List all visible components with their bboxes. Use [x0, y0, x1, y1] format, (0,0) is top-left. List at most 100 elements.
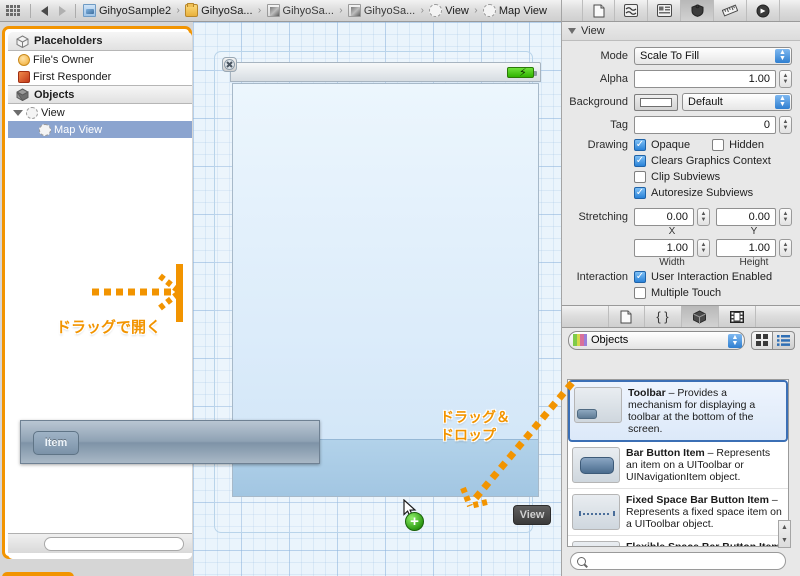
tab-quick-help[interactable]	[615, 0, 648, 21]
dock-item-map-view[interactable]: Map View	[8, 121, 192, 138]
stretching-width-sublabel: Width	[659, 257, 685, 268]
library-item-fixed-space[interactable]: Fixed Space Bar Button Item – Represents…	[568, 489, 788, 536]
inspector-row-size-sublabels: Width Height	[562, 257, 792, 268]
background-label: Background	[569, 96, 628, 108]
stretching-y-stepper[interactable]: ▲ ▼	[779, 208, 792, 226]
checkbox-opaque-label: Opaque	[651, 139, 691, 151]
toolbar-bar-button-item[interactable]: Item	[33, 431, 79, 455]
library-search-input[interactable]	[570, 552, 786, 570]
close-x-icon[interactable]	[222, 57, 237, 72]
stretching-height-stepper[interactable]: ▲ ▼	[779, 239, 792, 257]
divider	[30, 3, 31, 18]
close-x-glyph	[224, 59, 235, 70]
tab-file-inspector[interactable]	[582, 0, 615, 21]
inspector-row-alpha: Alpha 1.00 ▲ ▼	[562, 70, 792, 88]
alpha-stepper[interactable]: ▲ ▼	[779, 70, 792, 88]
list-view-glyph	[777, 334, 790, 346]
tag-label: Tag	[610, 119, 628, 131]
dropped-toolbar[interactable]: Item	[20, 420, 320, 464]
scroll-down-icon[interactable]: ▼	[781, 537, 788, 544]
library-item-text: Flexible Space Bar Button Item – Represe…	[626, 541, 784, 546]
interaction-row-2: Multiple Touch	[634, 287, 792, 299]
library-item-flexible-space[interactable]: Flexible Space Bar Button Item – Represe…	[568, 536, 788, 546]
breadcrumb-item-view[interactable]: View	[428, 0, 470, 22]
dock-search-input[interactable]	[44, 537, 184, 551]
library-scrollbar[interactable]: ▲ ▼	[778, 464, 796, 548]
view-placeholder-icon	[39, 123, 51, 136]
stretching-x-input[interactable]: 0.00	[634, 208, 694, 226]
tab-connections-inspector[interactable]	[747, 0, 780, 21]
dock-item-view[interactable]: View	[8, 104, 192, 121]
chevron-right-icon: ›	[257, 5, 262, 16]
checkbox-multiple-touch[interactable]	[634, 287, 646, 299]
tab-size-inspector[interactable]	[714, 0, 747, 21]
view-placeholder-icon	[482, 4, 496, 17]
library-item-bar-button-item[interactable]: Bar Button Item – Represents an item on …	[568, 442, 788, 489]
dock-section-placeholders[interactable]: Placeholders	[8, 32, 192, 51]
alpha-input[interactable]: 1.00	[634, 70, 776, 88]
breadcrumb-item-project[interactable]: GihyoSample2	[82, 0, 172, 22]
tab-file-template-library[interactable]	[607, 306, 645, 327]
library-category-select[interactable]: Objects ▲ ▼	[568, 330, 745, 350]
list-view-icon[interactable]	[773, 330, 795, 350]
xib-project-icon	[83, 4, 96, 17]
inspector-section-header-view[interactable]: View	[562, 22, 800, 41]
scroll-up-icon[interactable]: ▲	[781, 524, 788, 531]
stretching-x-group: 0.00 ▲ ▼	[634, 208, 710, 226]
breadcrumb-item-file-1[interactable]: GihyoSa...	[266, 0, 335, 22]
folder-icon	[185, 3, 199, 17]
chevron-right-icon: ›	[420, 5, 424, 16]
tab-media-library[interactable]	[719, 306, 756, 327]
tab-code-snippet-library[interactable]: { }	[645, 306, 682, 327]
chevron-down-icon[interactable]	[568, 28, 576, 34]
library-item-toolbar[interactable]: Toolbar – Provides a mechanism for displ…	[568, 380, 788, 442]
stretching-y-input[interactable]: 0.00	[716, 208, 776, 226]
breadcrumb-item-map-view[interactable]: Map View	[482, 0, 548, 22]
library-filter-bar: Objects ▲ ▼	[562, 328, 800, 352]
interaction-label: Interaction	[576, 271, 628, 283]
grid-view-icon[interactable]	[751, 330, 773, 350]
breadcrumb-item-file-2[interactable]: GihyoSa...	[347, 0, 416, 22]
mode-select[interactable]: Scale To Fill ▲ ▼	[634, 47, 792, 65]
tag-stepper[interactable]: ▲ ▼	[779, 116, 792, 134]
dock-item-first-responder[interactable]: First Responder	[8, 68, 192, 85]
tab-attributes-inspector[interactable]	[681, 0, 714, 21]
grid-view-glyph	[756, 334, 768, 346]
checkbox-clears-graphics-context-label: Clears Graphics Context	[651, 155, 771, 167]
library-item-title: Toolbar	[628, 387, 666, 399]
background-color-well[interactable]	[634, 93, 678, 111]
dock-item-label: View	[41, 106, 65, 119]
dock-section-objects[interactable]: Objects	[8, 85, 192, 104]
library-scroll-arrows[interactable]: ▲ ▼	[778, 520, 791, 548]
size-inspector-icon	[722, 4, 738, 17]
tab-object-library[interactable]	[681, 306, 719, 327]
dock-outline-view[interactable]: Placeholders File's Owner First Responde…	[8, 32, 192, 559]
color-swatch	[640, 97, 672, 107]
inspector-row-interaction: Interaction User Interaction Enabled Mul…	[562, 271, 792, 303]
stretching-height-input[interactable]: 1.00	[716, 239, 776, 257]
checkbox-opaque[interactable]	[634, 139, 646, 151]
stretching-width-input[interactable]: 1.00	[634, 239, 694, 257]
library-view-toggle	[751, 330, 795, 350]
related-files-icon[interactable]	[6, 5, 20, 16]
chevron-down-icon[interactable]	[13, 109, 23, 116]
checkbox-clip-subviews[interactable]	[634, 171, 646, 183]
tab-identity-inspector[interactable]	[648, 0, 681, 21]
stretching-width-stepper[interactable]: ▲ ▼	[697, 239, 710, 257]
checkbox-clears-graphics-context[interactable]	[634, 155, 646, 167]
tag-input[interactable]: 0	[634, 116, 776, 134]
nav-forward-button[interactable]	[53, 3, 71, 19]
dock-item-files-owner[interactable]: File's Owner	[8, 51, 192, 68]
breadcrumb-item-folder[interactable]: GihyoSa...	[184, 0, 253, 22]
annotation-drag-open: ドラッグで開く	[56, 319, 162, 336]
stretching-x-stepper[interactable]: ▲ ▼	[697, 208, 710, 226]
checkbox-autoresize-subviews[interactable]	[634, 187, 646, 199]
nav-back-button[interactable]	[35, 3, 53, 19]
stretching-height-sublabel: Height	[739, 257, 769, 268]
checkbox-hidden[interactable]	[712, 139, 725, 151]
background-select[interactable]: Default ▲ ▼	[682, 93, 792, 111]
dock-item-label: First Responder	[33, 70, 112, 83]
checkbox-user-interaction-enabled[interactable]	[634, 271, 646, 283]
library-object-list[interactable]: Toolbar – Provides a mechanism for displ…	[567, 379, 789, 547]
library-item-title: Fixed Space Bar Button Item	[626, 494, 769, 506]
